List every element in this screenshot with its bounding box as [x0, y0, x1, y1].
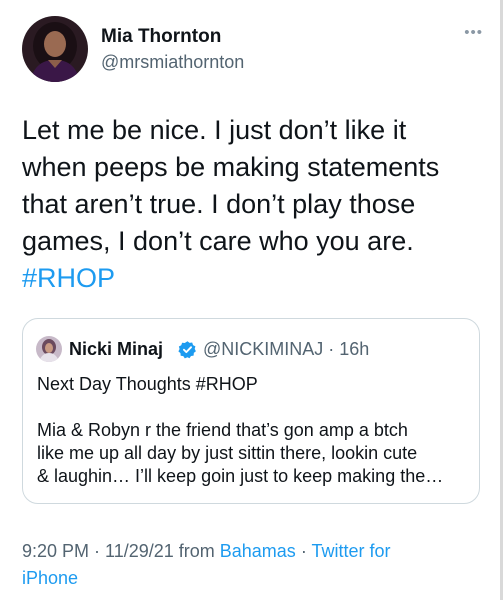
tweet-text-line: Let me be nice. I just don’t like it: [22, 115, 407, 145]
quoted-text-line: Mia & Robyn r the friend that’s gon amp …: [37, 420, 408, 440]
meta-separator: ·: [295, 541, 312, 561]
quoted-author-name[interactable]: Nicki Minaj: [69, 339, 163, 360]
more-horizontal-icon[interactable]: •••: [464, 24, 483, 41]
tweet-text-line: that aren’t true. I don’t play those: [22, 189, 416, 219]
hashtag-link[interactable]: #RHOP: [22, 260, 482, 297]
timestamp[interactable]: 9:20 PM · 11/29/21 from: [22, 541, 220, 561]
location-link[interactable]: Bahamas: [220, 541, 296, 561]
tweet-metadata: 9:20 PM · 11/29/21 from Bahamas · Twitte…: [22, 538, 492, 592]
quoted-text-line: & laughin… I’ll keep goin just to keep m…: [37, 466, 444, 486]
source-link[interactable]: Twitter for: [311, 541, 390, 561]
quoted-handle-time: @NICKIMINAJ · 16h: [203, 339, 370, 359]
quoted-text-line: like me up all day by just sittin there,…: [37, 443, 418, 463]
author-avatar[interactable]: [22, 16, 88, 82]
author-name[interactable]: Mia Thornton: [101, 26, 221, 48]
verified-badge-icon: [178, 340, 197, 359]
quoted-tweet-text: Next Day Thoughts #RHOP Mia & Robyn r th…: [37, 373, 473, 488]
quoted-author-avatar[interactable]: [36, 336, 62, 362]
tweet-text-line: games, I don’t care who you are.: [22, 226, 414, 256]
quoted-text-line: Next Day Thoughts #RHOP: [37, 374, 258, 394]
quoted-tweet-card[interactable]: Nicki Minaj @NICKIMINAJ · 16h Next Day T…: [22, 318, 480, 504]
tweet-text-line: when peeps be making statements: [22, 152, 440, 182]
author-handle[interactable]: @mrsmiathornton: [101, 52, 244, 73]
tweet-text: Let me be nice. I just don’t like it whe…: [22, 112, 482, 297]
source-link-continued[interactable]: iPhone: [22, 568, 78, 588]
